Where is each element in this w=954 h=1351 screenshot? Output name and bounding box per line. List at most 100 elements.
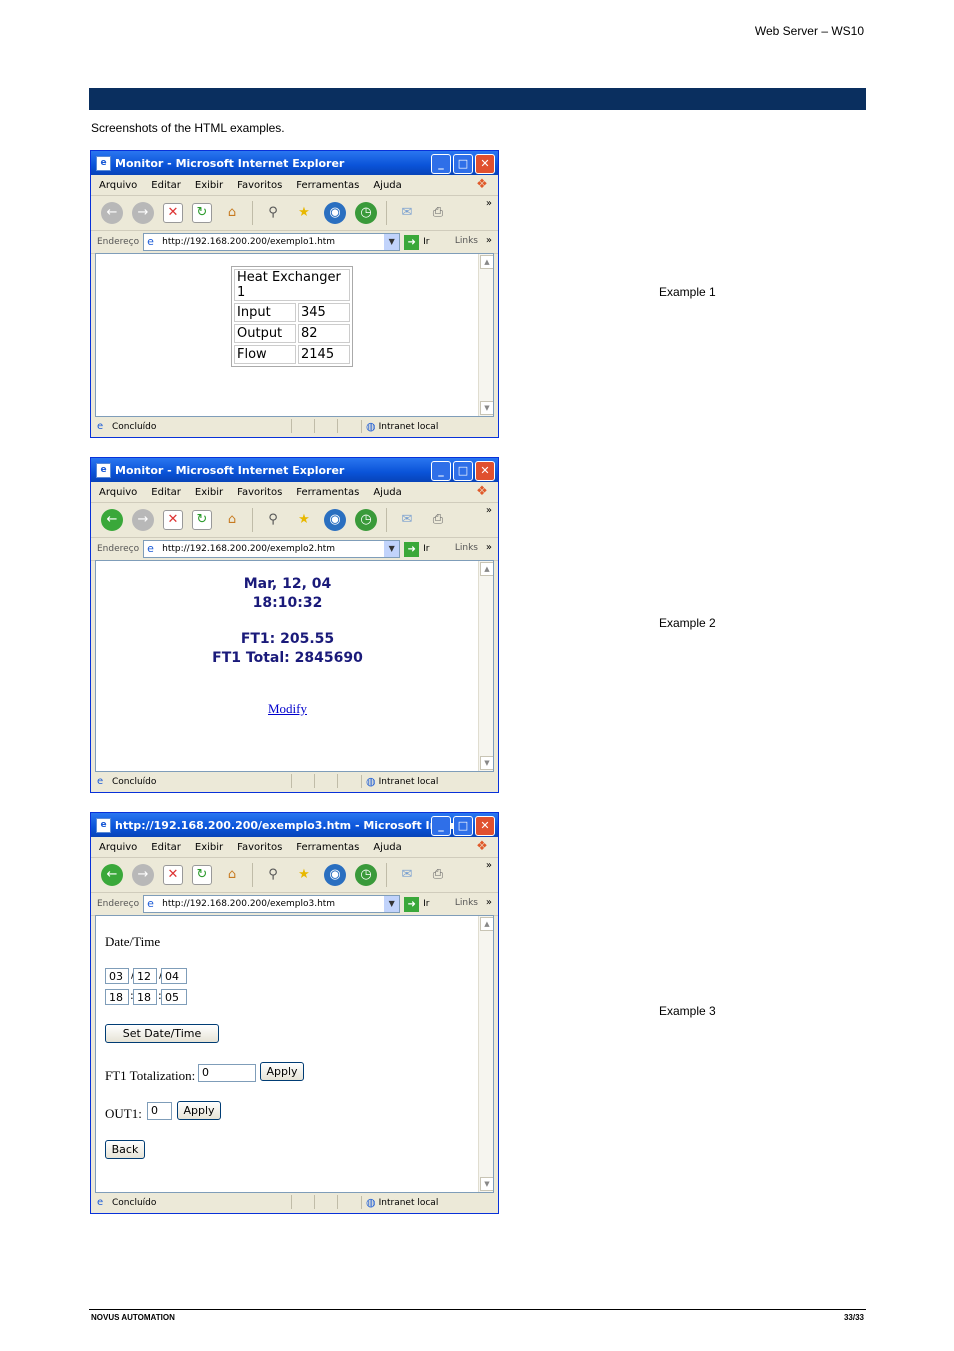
go-label[interactable]: Ir [423,237,429,247]
chevron-right-icon[interactable]: » [486,505,492,516]
print-icon[interactable]: ⎙ [427,509,449,531]
stop-icon[interactable]: ✕ [163,510,183,530]
search-icon[interactable]: ⚲ [262,509,284,531]
favorites-star-icon[interactable]: ★ [293,202,315,224]
menu-favoritos[interactable]: Favoritos [237,487,282,498]
back-icon[interactable]: ← [101,202,123,224]
links-button[interactable]: Links [455,236,478,246]
mail-icon[interactable]: ✉ [396,864,418,886]
vertical-scrollbar[interactable]: ▲ ▼ [478,561,493,771]
minimize-button[interactable]: _ [431,461,451,481]
minimize-button[interactable]: _ [431,816,451,836]
month-input[interactable]: 12 [133,968,157,984]
home-icon[interactable]: ⌂ [221,202,243,224]
back-icon[interactable]: ← [101,509,123,531]
media-globe-icon[interactable]: ◉ [324,509,346,531]
menu-editar[interactable]: Editar [151,842,181,853]
menu-arquivo[interactable]: Arquivo [99,842,137,853]
modify-link[interactable]: Modify [96,701,479,717]
chevron-right-icon[interactable]: » [486,860,492,871]
favorites-star-icon[interactable]: ★ [293,509,315,531]
links-button[interactable]: Links [455,898,478,908]
back-icon[interactable]: ← [101,864,123,886]
mail-icon[interactable]: ✉ [396,509,418,531]
home-icon[interactable]: ⌂ [221,509,243,531]
mail-icon[interactable]: ✉ [396,202,418,224]
menu-ajuda[interactable]: Ajuda [373,487,401,498]
close-button[interactable]: ✕ [475,461,495,481]
refresh-icon[interactable]: ↻ [192,865,212,885]
home-icon[interactable]: ⌂ [221,864,243,886]
search-icon[interactable]: ⚲ [262,864,284,886]
menu-exibir[interactable]: Exibir [195,180,223,191]
go-arrow-icon[interactable]: ➜ [404,896,420,912]
scroll-down-icon[interactable]: ▼ [480,401,493,415]
scroll-up-icon[interactable]: ▲ [480,562,493,576]
forward-icon[interactable]: → [132,509,154,531]
menu-favoritos[interactable]: Favoritos [237,180,282,191]
chevron-right-icon[interactable]: » [486,897,492,908]
scroll-up-icon[interactable]: ▲ [480,255,493,269]
forward-icon[interactable]: → [132,864,154,886]
close-button[interactable]: ✕ [475,816,495,836]
menu-exibir[interactable]: Exibir [195,842,223,853]
menu-exibir[interactable]: Exibir [195,487,223,498]
scroll-down-icon[interactable]: ▼ [480,1177,493,1191]
maximize-button[interactable]: □ [453,816,473,836]
minute-input[interactable]: 18 [133,989,157,1005]
go-arrow-icon[interactable]: ➜ [404,234,420,250]
maximize-button[interactable]: □ [453,154,473,174]
menu-ferramentas[interactable]: Ferramentas [296,487,359,498]
stop-icon[interactable]: ✕ [163,865,183,885]
out1-apply-button[interactable]: Apply [177,1101,221,1120]
menu-editar[interactable]: Editar [151,487,181,498]
go-label[interactable]: Ir [423,544,429,554]
menu-favoritos[interactable]: Favoritos [237,842,282,853]
chevron-down-icon[interactable]: ▼ [384,234,400,250]
set-date-time-button[interactable]: Set Date/Time [105,1024,219,1043]
menu-ferramentas[interactable]: Ferramentas [296,180,359,191]
menu-arquivo[interactable]: Arquivo [99,487,137,498]
stop-icon[interactable]: ✕ [163,203,183,223]
chevron-right-icon[interactable]: » [486,542,492,553]
minimize-button[interactable]: _ [431,154,451,174]
year-input[interactable]: 04 [161,968,187,984]
ft1-totalization-input[interactable]: 0 [198,1064,256,1082]
vertical-scrollbar[interactable]: ▲ ▼ [478,254,493,416]
menu-editar[interactable]: Editar [151,180,181,191]
go-arrow-icon[interactable]: ➜ [404,541,420,557]
scroll-down-icon[interactable]: ▼ [480,756,493,770]
favorites-star-icon[interactable]: ★ [293,864,315,886]
go-label[interactable]: Ir [423,899,429,909]
hour-input[interactable]: 18 [105,989,129,1005]
media-globe-icon[interactable]: ◉ [324,864,346,886]
forward-icon[interactable]: → [132,202,154,224]
menu-arquivo[interactable]: Arquivo [99,180,137,191]
close-button[interactable]: ✕ [475,154,495,174]
menu-ajuda[interactable]: Ajuda [373,842,401,853]
media-globe-icon[interactable]: ◉ [324,202,346,224]
day-input[interactable]: 03 [105,968,129,984]
search-icon[interactable]: ⚲ [262,202,284,224]
address-input[interactable]: e http://192.168.200.200/exemplo1.htm ▼ [143,233,401,251]
vertical-scrollbar[interactable]: ▲ ▼ [478,916,493,1192]
ft1-apply-button[interactable]: Apply [260,1062,304,1081]
history-icon[interactable]: ◷ [355,509,377,531]
out1-input[interactable]: 0 [147,1102,172,1120]
links-button[interactable]: Links [455,543,478,553]
back-button[interactable]: Back [105,1140,145,1159]
print-icon[interactable]: ⎙ [427,864,449,886]
refresh-icon[interactable]: ↻ [192,510,212,530]
maximize-button[interactable]: □ [453,461,473,481]
chevron-right-icon[interactable]: » [486,235,492,246]
address-input[interactable]: e http://192.168.200.200/exemplo2.htm ▼ [143,540,401,558]
history-icon[interactable]: ◷ [355,202,377,224]
address-input[interactable]: e http://192.168.200.200/exemplo3.htm ▼ [143,895,401,913]
chevron-down-icon[interactable]: ▼ [384,541,400,557]
menu-ferramentas[interactable]: Ferramentas [296,842,359,853]
history-icon[interactable]: ◷ [355,864,377,886]
refresh-icon[interactable]: ↻ [192,203,212,223]
print-icon[interactable]: ⎙ [427,202,449,224]
menu-ajuda[interactable]: Ajuda [373,180,401,191]
second-input[interactable]: 05 [161,989,187,1005]
